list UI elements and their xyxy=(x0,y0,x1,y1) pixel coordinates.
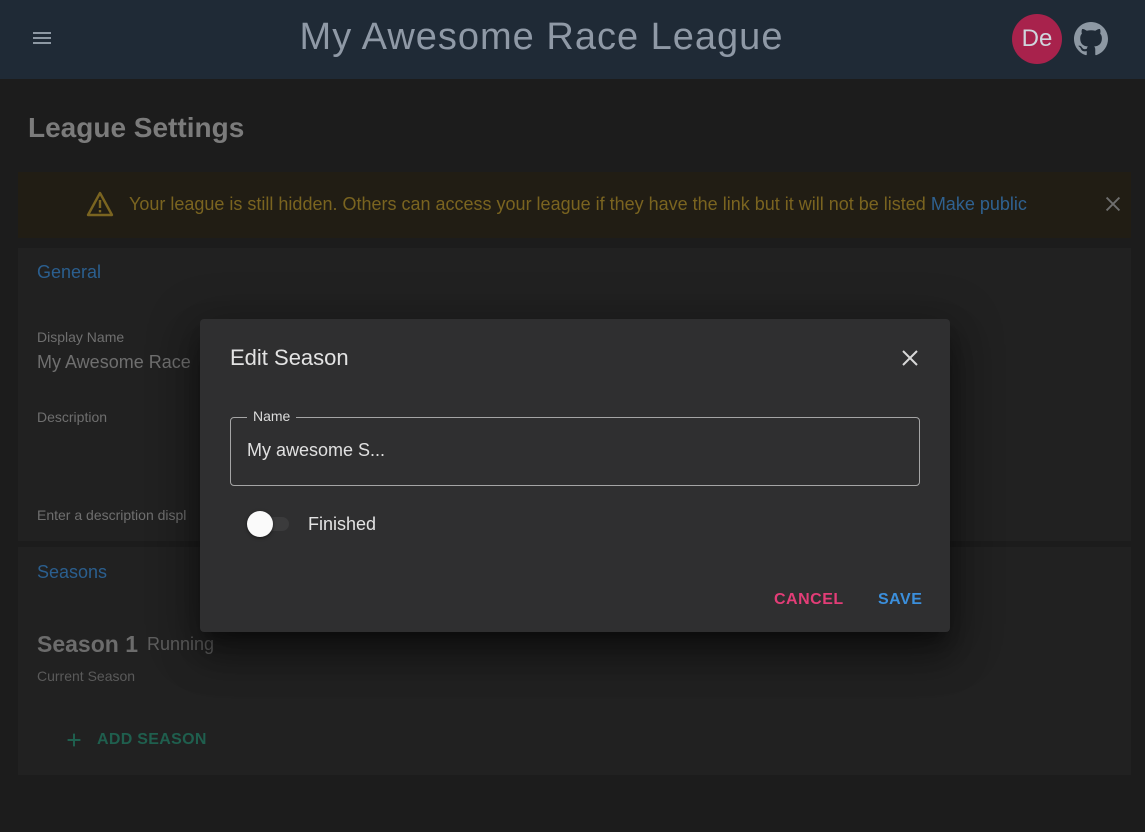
season-name-input[interactable] xyxy=(247,440,897,461)
save-button[interactable]: SAVE xyxy=(878,587,922,613)
finished-toggle[interactable] xyxy=(245,509,293,539)
season-name-field: Name xyxy=(230,408,920,486)
cancel-button[interactable]: CANCEL xyxy=(774,587,844,613)
toggle-thumb xyxy=(247,511,273,537)
season-name-label: Name xyxy=(247,408,297,424)
finished-label: Finished xyxy=(308,514,377,534)
edit-season-dialog: Edit Season Name Finished CANCEL SAVE xyxy=(200,319,950,632)
close-icon[interactable] xyxy=(898,346,922,370)
dialog-title: Edit Season xyxy=(230,345,349,370)
